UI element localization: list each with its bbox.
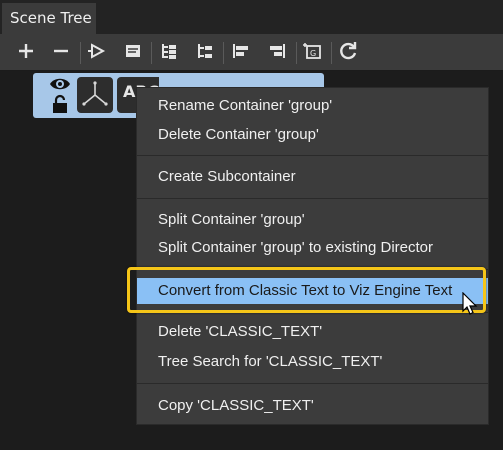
- toolbar-separator: [331, 42, 332, 64]
- tree-expand-icon[interactable]: [156, 38, 182, 64]
- highlight-frame: [127, 267, 486, 313]
- refresh-icon[interactable]: [335, 38, 361, 64]
- tab-bar: Scene Tree: [0, 0, 503, 34]
- toolbar: G: [0, 34, 503, 71]
- menu-item-tree-search[interactable]: Tree Search for 'CLASSIC_TEXT': [137, 349, 488, 375]
- axis-icon[interactable]: [77, 77, 113, 113]
- toolbar-separator: [223, 42, 224, 64]
- document-icon[interactable]: [120, 38, 146, 64]
- menu-separator: [137, 155, 488, 156]
- menu-separator: [137, 383, 488, 384]
- play-icon[interactable]: [84, 38, 110, 64]
- menu-item-split-container[interactable]: Split Container 'group': [137, 207, 488, 233]
- context-menu: Rename Container 'group' Delete Containe…: [136, 87, 489, 425]
- menu-item-create-subcontainer[interactable]: Create Subcontainer: [137, 164, 488, 190]
- menu-item-split-to-director[interactable]: Split Container 'group' to existing Dire…: [137, 235, 488, 261]
- toolbar-separator: [296, 42, 297, 64]
- menu-item-copy-text[interactable]: Copy 'CLASSIC_TEXT': [137, 393, 488, 419]
- toolbar-separator: [80, 42, 81, 64]
- add-icon[interactable]: [13, 38, 39, 64]
- group-icon[interactable]: G: [300, 38, 326, 64]
- menu-item-rename-container[interactable]: Rename Container 'group': [137, 93, 488, 119]
- menu-item-delete-text[interactable]: Delete 'CLASSIC_TEXT': [137, 319, 488, 345]
- remove-icon[interactable]: [48, 38, 74, 64]
- menu-item-delete-container[interactable]: Delete Container 'group': [137, 122, 488, 148]
- toolbar-separator: [151, 42, 152, 64]
- mouse-cursor-icon: [462, 291, 478, 316]
- menu-separator: [137, 198, 488, 199]
- tree-collapse-icon[interactable]: [192, 38, 218, 64]
- align-right-icon[interactable]: [264, 38, 290, 64]
- svg-text:G: G: [310, 49, 316, 58]
- align-left-icon[interactable]: [228, 38, 254, 64]
- unlock-icon[interactable]: [51, 94, 69, 114]
- eye-icon[interactable]: [48, 75, 72, 93]
- tab-scene-tree[interactable]: Scene Tree: [2, 3, 96, 34]
